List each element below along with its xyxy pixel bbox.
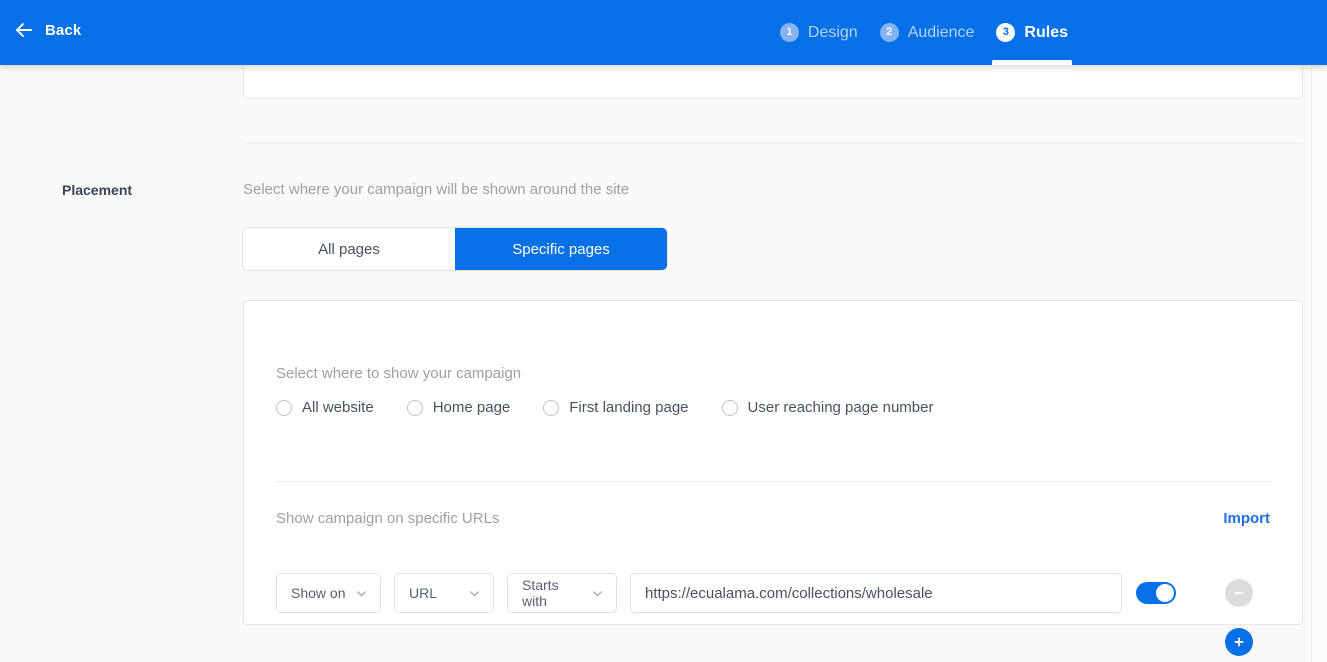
step-design[interactable]: 1 Design — [769, 0, 869, 65]
step-design-label: Design — [807, 23, 858, 41]
placement-description: Select where your campaign will be shown… — [243, 181, 630, 198]
scope-radio-group: All website Home page First landing page… — [276, 399, 966, 416]
radio-first-landing-page[interactable]: First landing page — [543, 399, 689, 416]
arrow-left-icon — [16, 23, 32, 37]
campaign-rules-page: Back 1 Design 2 Audience 3 Rules Placeme… — [0, 0, 1327, 662]
back-label: Back — [45, 21, 82, 39]
segment-specific-pages[interactable]: Specific pages — [455, 228, 667, 270]
radio-all-website-label: All website — [302, 399, 374, 416]
plus-icon — [1234, 637, 1244, 647]
step-indicator: 1 Design 2 Audience 3 Rules — [769, 0, 1079, 65]
rule-target-value: URL — [409, 585, 438, 601]
radio-user-reaching-page-number[interactable]: User reaching page number — [721, 399, 934, 416]
chevron-down-icon — [470, 590, 479, 596]
card-heading: Select where to show your campaign — [276, 365, 522, 382]
rule-enabled-toggle[interactable] — [1136, 582, 1176, 604]
import-link[interactable]: Import — [1223, 510, 1270, 527]
url-rule-row: Show on URL Starts with — [276, 573, 1176, 613]
rule-match-select[interactable]: Starts with — [507, 573, 617, 613]
radio-circle-icon — [276, 399, 292, 416]
remove-rule-button[interactable] — [1225, 579, 1253, 607]
placement-section-label: Placement — [62, 182, 133, 198]
step-audience-number: 2 — [879, 23, 899, 42]
chevron-down-icon — [357, 590, 366, 596]
specific-pages-card: Select where to show your campaign All w… — [243, 300, 1303, 656]
placement-segmented-control: All pages Specific pages — [243, 228, 667, 270]
radio-first-landing-page-label: First landing page — [569, 399, 689, 416]
rule-url-input[interactable] — [630, 573, 1122, 613]
section-divider — [243, 143, 1303, 144]
minus-icon — [1234, 592, 1244, 594]
radio-circle-icon — [543, 399, 560, 416]
toggle-knob — [1156, 584, 1174, 602]
segment-all-pages[interactable]: All pages — [243, 228, 455, 270]
radio-user-reaching-page-number-label: User reaching page number — [747, 399, 934, 416]
step-rules[interactable]: 3 Rules — [985, 0, 1079, 65]
app-header: Back 1 Design 2 Audience 3 Rules — [0, 0, 1327, 65]
radio-home-page[interactable]: Home page — [406, 399, 511, 416]
radio-all-website[interactable]: All website — [276, 399, 374, 416]
rule-match-value: Starts with — [522, 577, 559, 609]
rule-action-select[interactable]: Show on — [276, 573, 381, 613]
back-button[interactable]: Back — [14, 20, 81, 40]
specific-urls-heading: Show campaign on specific URLs — [276, 510, 500, 527]
step-rules-number: 3 — [996, 23, 1016, 42]
rule-target-select[interactable]: URL — [394, 573, 494, 613]
rule-action-value: Show on — [291, 585, 346, 601]
step-audience[interactable]: 2 Audience — [869, 0, 986, 65]
step-design-number: 1 — [779, 23, 799, 42]
radio-home-page-label: Home page — [432, 399, 511, 416]
step-audience-label: Audience — [907, 23, 975, 41]
step-rules-label: Rules — [1024, 23, 1068, 41]
radio-circle-icon — [721, 399, 738, 416]
add-rule-button[interactable] — [1225, 628, 1253, 656]
scrollbar-track[interactable] — [1311, 65, 1327, 662]
card-inner-divider — [276, 481, 1271, 482]
radio-circle-icon — [406, 399, 423, 416]
content-area: Placement Select where your campaign wil… — [0, 25, 1311, 662]
chevron-down-icon — [593, 590, 602, 596]
